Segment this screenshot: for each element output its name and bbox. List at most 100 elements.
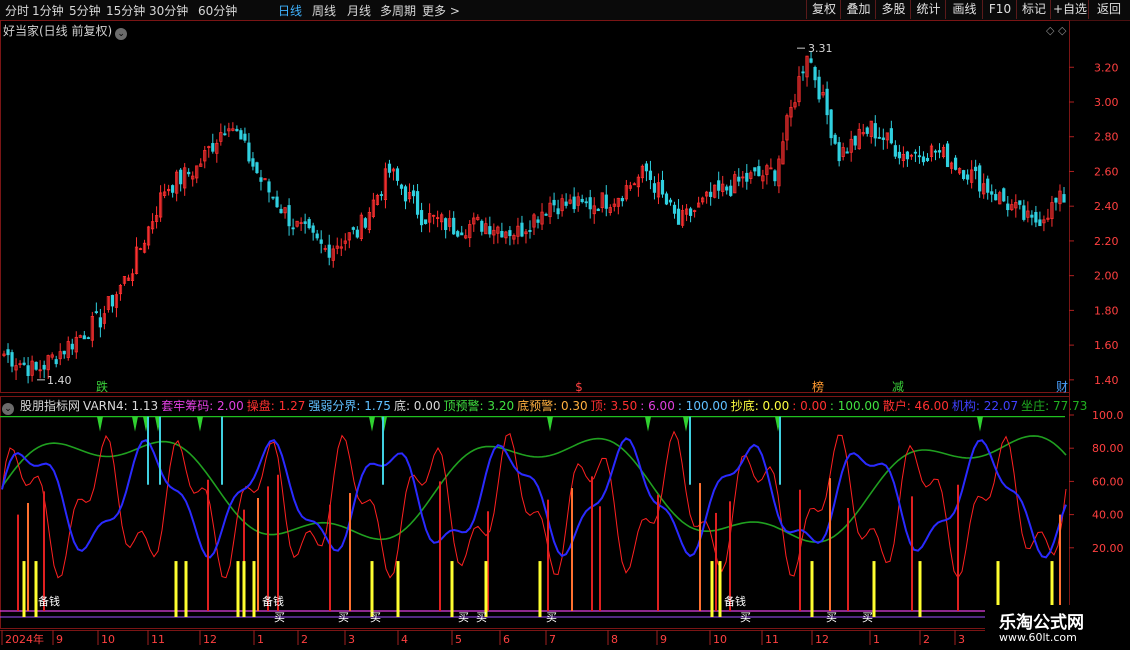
- candle-body: [877, 136, 881, 139]
- event-mark: $: [575, 380, 583, 394]
- time-axis-label: 2: [923, 633, 930, 646]
- candle-body: [881, 137, 885, 140]
- event-mark: 财: [1056, 380, 1068, 394]
- candle-body: [500, 230, 504, 238]
- time-axis-label: 7: [549, 633, 556, 646]
- candle-body: [26, 365, 30, 377]
- candle-body: [1006, 203, 1010, 211]
- candle-body: [415, 191, 420, 215]
- price-tick-label: 2.40: [1094, 200, 1119, 213]
- candle-body: [1022, 205, 1026, 220]
- time-axis-label: 3: [958, 633, 965, 646]
- time-axis-label: 2: [301, 633, 308, 646]
- diamond-icon: ◇: [1058, 24, 1067, 37]
- candle-body: [536, 219, 540, 223]
- candle-body: [460, 232, 464, 236]
- top-warning-mark: [547, 416, 553, 432]
- candle-body: [676, 208, 681, 225]
- candle-body: [223, 133, 227, 136]
- candle-body: [905, 151, 910, 160]
- candle-body: [668, 199, 673, 203]
- time-axis-label: 12: [203, 633, 217, 646]
- top-warning-mark: [132, 416, 138, 432]
- candle-body: [1018, 200, 1022, 205]
- candle-body: [913, 151, 918, 154]
- indicator-tick-label: 20.00: [1092, 542, 1124, 555]
- candle-body: [897, 151, 901, 159]
- candle-body: [6, 349, 10, 356]
- candle-body: [737, 176, 741, 182]
- candle-body: [990, 191, 994, 195]
- candle-body: [893, 145, 897, 157]
- candle-body: [825, 88, 829, 116]
- low-label: 1.40: [47, 374, 72, 387]
- candle-body: [644, 163, 649, 172]
- candle-body: [171, 185, 175, 193]
- candle-body: [620, 198, 624, 202]
- price-tick-label: 3.00: [1094, 96, 1119, 109]
- candle-body: [709, 191, 713, 197]
- candle-body: [452, 217, 456, 235]
- candle-body: [1034, 211, 1038, 223]
- time-axis-label: 9: [660, 633, 667, 646]
- candle-body: [580, 198, 584, 203]
- candle-body: [994, 194, 998, 201]
- indicator-tick-label: 60.00: [1092, 475, 1124, 488]
- candle-body: [488, 226, 492, 235]
- candle-body: [865, 127, 869, 134]
- candle-body: [817, 76, 821, 100]
- candle-body: [351, 227, 355, 230]
- candle-body: [688, 208, 693, 216]
- candle-body: [303, 221, 307, 224]
- candle-body: [275, 196, 279, 208]
- line-sanhu: [1, 430, 1067, 579]
- price-chart-svg[interactable]: ◇ ◇ 3.20 3.00 2.80 2.60 2.40 2.20 2.00 1.80 1.60 1.…: [0, 0, 1130, 650]
- candle-body: [745, 172, 749, 182]
- time-axis-label: 11: [765, 633, 779, 646]
- candle-body: [387, 163, 392, 173]
- signal-label: 买: [458, 611, 469, 624]
- candle-body: [556, 208, 560, 215]
- candle-body: [729, 185, 733, 196]
- candle-body: [62, 350, 66, 355]
- candle-body: [399, 184, 404, 189]
- top-warning-mark: [683, 416, 689, 432]
- candle-body: [508, 230, 512, 237]
- candle-body: [419, 210, 424, 226]
- candle-body: [287, 205, 291, 227]
- candle-body: [10, 352, 14, 367]
- candle-body: [925, 157, 930, 162]
- candle-body: [239, 130, 243, 140]
- candle-body: [411, 190, 416, 197]
- signal-label: 备钱: [724, 594, 746, 608]
- candle-body: [588, 197, 592, 210]
- watermark-title: 乐淘公式网: [999, 613, 1084, 633]
- candle-body: [54, 359, 58, 365]
- candle-body: [315, 233, 319, 239]
- price-tick-label: 2.80: [1094, 131, 1119, 144]
- candle-body: [444, 218, 448, 231]
- candle-body: [423, 219, 428, 224]
- top-warning-mark: [97, 416, 103, 432]
- top-warning-mark: [197, 416, 203, 432]
- event-mark: 榜: [812, 379, 824, 394]
- candle-body: [82, 335, 86, 340]
- candle-body: [873, 123, 877, 139]
- candle-body: [291, 227, 295, 230]
- signal-label: 买: [476, 611, 487, 624]
- candle-body: [953, 157, 958, 170]
- candle-body: [717, 180, 721, 191]
- price-tick-label: 2.60: [1094, 165, 1119, 178]
- candle-body: [845, 151, 849, 154]
- signal-label: 买: [546, 611, 557, 624]
- candle-body: [725, 186, 729, 191]
- time-axis-label: 9: [56, 633, 63, 646]
- candle-body: [307, 219, 311, 229]
- candle-body: [978, 165, 982, 192]
- candle-body: [22, 362, 26, 365]
- candle-body: [753, 167, 757, 172]
- event-mark: 跌: [96, 379, 108, 394]
- candle-body: [279, 208, 283, 214]
- signal-label: 买: [862, 611, 873, 624]
- candle-body: [86, 337, 90, 339]
